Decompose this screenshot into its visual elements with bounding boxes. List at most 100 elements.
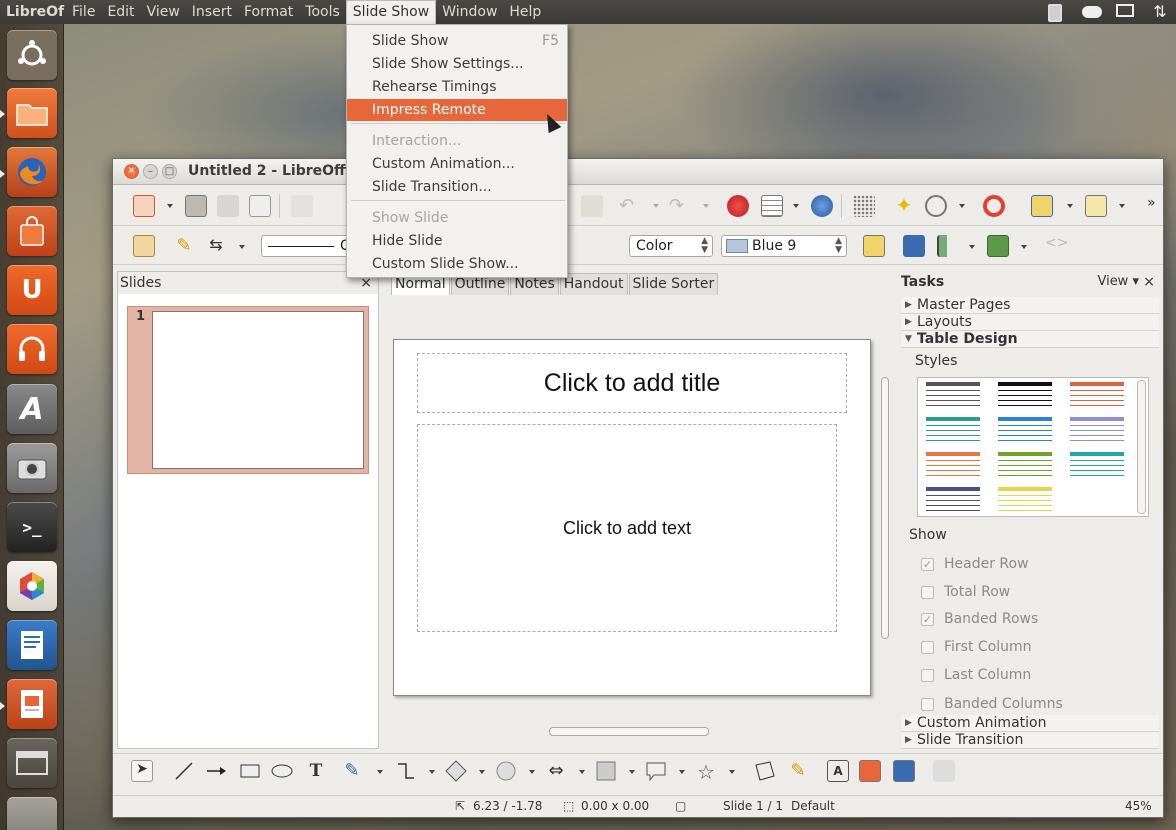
option-banded-rows[interactable]: ✓ Banded Rows — [921, 609, 1038, 629]
zoom-icon[interactable] — [925, 195, 947, 217]
chart-icon[interactable] — [727, 195, 749, 217]
menu-edit[interactable]: Edit — [101, 0, 140, 24]
table-style-thumbnail[interactable] — [1070, 382, 1124, 410]
section-table-design[interactable]: ▼ Table Design — [901, 331, 1159, 348]
layout-dropdown-icon[interactable] — [1119, 204, 1125, 208]
menu-format[interactable]: Format — [238, 0, 299, 24]
ubuntu-one-icon[interactable]: U — [7, 265, 57, 315]
menu-window[interactable]: Window — [436, 0, 503, 24]
menu-item-custom-slide-show[interactable]: Custom Slide Show... — [347, 253, 567, 275]
firefox-icon[interactable] — [7, 147, 57, 197]
redo-icon[interactable]: ↷ — [669, 195, 691, 217]
mail-icon[interactable] — [1116, 4, 1136, 20]
menu-file[interactable]: File — [66, 0, 101, 24]
menu-item-slide-transition[interactable]: Slide Transition... — [347, 176, 567, 198]
camera-icon[interactable] — [7, 443, 57, 493]
menu-help[interactable]: Help — [503, 0, 547, 24]
menu-item-slide-show[interactable]: Slide Show F5 — [347, 30, 567, 52]
slide[interactable]: Click to add title Click to add text — [393, 339, 871, 696]
table-style-thumbnail[interactable] — [998, 382, 1052, 410]
table-styles-gallery[interactable] — [917, 377, 1149, 517]
writer-document-icon[interactable] — [7, 620, 57, 670]
impress-presentation-icon[interactable] — [7, 679, 57, 729]
checkbox[interactable] — [921, 668, 934, 682]
vertical-scrollbar[interactable] — [879, 297, 891, 721]
paragraph-styles-icon[interactable] — [133, 235, 155, 257]
slide-dropdown-icon[interactable] — [1067, 204, 1073, 208]
basic-shapes-icon[interactable] — [445, 760, 467, 782]
color-wheel-icon[interactable] — [7, 561, 57, 611]
title-placeholder[interactable]: Click to add title — [417, 353, 847, 413]
tasks-view-menu[interactable]: View ▾ — [1097, 271, 1139, 293]
table-icon[interactable] — [761, 195, 783, 217]
area-fill-icon[interactable] — [593, 235, 615, 257]
checkbox[interactable] — [921, 640, 934, 654]
block-arrows-dropdown-icon[interactable] — [579, 770, 585, 774]
cloud-icon[interactable] — [1082, 4, 1102, 20]
flowchart-icon[interactable] — [595, 760, 617, 782]
callouts-dropdown-icon[interactable] — [679, 770, 685, 774]
table-style-thumbnail[interactable] — [998, 452, 1052, 480]
extrusion-icon[interactable] — [933, 760, 955, 782]
status-zoom[interactable]: 45% — [1125, 799, 1152, 813]
styles-scrollbar[interactable] — [1137, 380, 1146, 514]
table-style-thumbnail[interactable] — [998, 487, 1052, 515]
trash-icon[interactable] — [7, 797, 57, 830]
option-first-column[interactable]: First Column — [921, 637, 1032, 657]
block-arrows-icon[interactable]: ⇔ — [545, 760, 567, 782]
undo-icon[interactable]: ↶ — [619, 195, 641, 217]
font-a-icon[interactable]: A — [7, 384, 57, 434]
tab-slide-sorter[interactable]: Slide Sorter — [628, 273, 719, 295]
curve-dropdown-icon[interactable] — [377, 770, 383, 774]
help-icon[interactable] — [983, 195, 1005, 217]
option-header-row[interactable]: ✓ Header Row — [921, 554, 1029, 574]
undo-dropdown-icon[interactable] — [653, 204, 659, 208]
ellipse-tool-icon[interactable] — [271, 760, 293, 782]
arrow-style-icon[interactable]: ⇆ — [205, 235, 227, 257]
folder-icon[interactable] — [7, 88, 57, 138]
clone-formatting-icon[interactable] — [581, 195, 603, 217]
option-banded-columns[interactable]: Banded Columns — [921, 694, 1063, 714]
area-style-select[interactable]: Color ▲ ▼ — [629, 235, 713, 257]
rectangle-tool-icon[interactable] — [239, 760, 261, 782]
menu-view[interactable]: View — [141, 0, 186, 24]
basic-shapes-dropdown-icon[interactable] — [479, 770, 485, 774]
clipboard-icon[interactable] — [1048, 4, 1068, 22]
slide-canvas[interactable]: Click to add title Click to add text — [381, 297, 881, 721]
slide-layout-icon[interactable] — [1085, 195, 1107, 217]
arrange-icon[interactable] — [987, 235, 1009, 257]
select-arrow-icon[interactable]: ➤ — [131, 760, 153, 782]
gallery-icon[interactable] — [893, 760, 915, 782]
body-placeholder[interactable]: Click to add text — [417, 424, 837, 632]
option-last-column[interactable]: Last Column — [921, 665, 1031, 685]
symbol-shapes-dropdown-icon[interactable] — [529, 770, 535, 774]
text-tool-icon[interactable]: T — [305, 760, 327, 782]
menu-item-custom-animation[interactable]: Custom Animation... — [347, 153, 567, 175]
line-icon[interactable]: ✎ — [173, 235, 195, 257]
fontwork-icon[interactable]: A — [827, 760, 849, 782]
menu-tools[interactable]: Tools — [299, 0, 346, 24]
glue-points-icon[interactable]: ✎ — [787, 760, 809, 782]
arrange-dropdown-icon[interactable] — [1021, 245, 1027, 249]
table-style-thumbnail[interactable] — [1070, 452, 1124, 480]
menu-item-impress-remote[interactable]: Impress Remote — [347, 99, 567, 121]
table-style-thumbnail[interactable] — [998, 417, 1052, 445]
flowchart-dropdown-icon[interactable] — [629, 770, 635, 774]
checkbox[interactable]: ✓ — [921, 612, 934, 626]
window-maximize-button[interactable]: □ — [162, 164, 177, 179]
arrow-tool-icon[interactable] — [205, 760, 227, 782]
workspace-switcher-icon[interactable] — [7, 738, 57, 788]
shadow-icon[interactable] — [863, 235, 885, 257]
grid-icon[interactable] — [853, 195, 875, 217]
callouts-icon[interactable] — [645, 760, 667, 782]
new-dropdown-icon[interactable] — [167, 204, 173, 208]
select-at-least-icon[interactable]: <> — [1045, 235, 1068, 257]
vertical-scroll-thumb[interactable] — [881, 377, 889, 639]
stars-icon[interactable]: ☆ — [695, 760, 717, 784]
option-total-row[interactable]: Total Row — [921, 582, 1010, 602]
menu-item-rehearse-timings[interactable]: Rehearse Timings — [347, 76, 567, 98]
toolbar-overflow-icon[interactable]: » — [1147, 195, 1156, 211]
window-close-button[interactable]: × — [124, 164, 139, 179]
fill-color-select[interactable]: Blue 9 ▲ ▼ — [721, 235, 847, 257]
points-icon[interactable] — [753, 760, 775, 782]
